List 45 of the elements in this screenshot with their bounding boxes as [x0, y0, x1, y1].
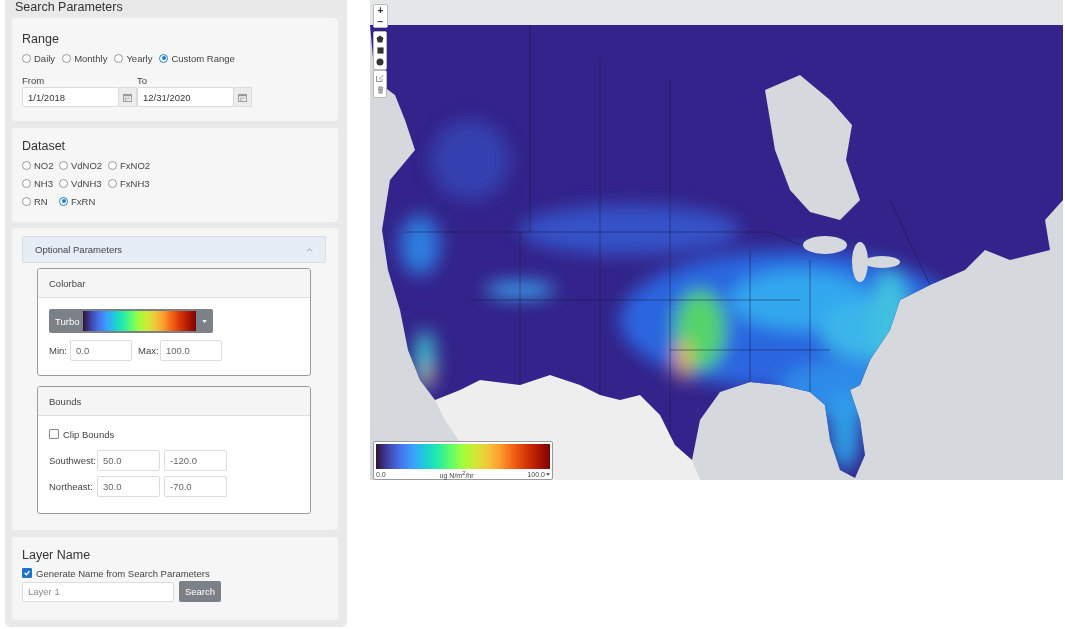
calendar-icon [123, 92, 132, 102]
chevron-icon [306, 247, 313, 252]
coordinate-field[interactable]: -120.0 [164, 450, 227, 471]
radio-option[interactable]: Daily [22, 52, 56, 64]
radio-option[interactable]: FxNO2 [108, 159, 326, 171]
radio-option[interactable]: Custom Range [159, 52, 235, 64]
checkbox-option[interactable]: Generate Name from Search Parameters [22, 567, 326, 579]
panel-title: Search Parameters [14, 0, 124, 16]
radio-option[interactable]: VdNO2 [59, 159, 108, 171]
colormap-dropdown[interactable]: Turbo [49, 309, 213, 333]
date-field[interactable]: 12/31/2020 [137, 87, 234, 107]
section-title: Dataset [22, 139, 67, 154]
checkbox-option[interactable]: Clip Bounds [49, 428, 299, 440]
field-label: Max: [138, 345, 160, 356]
radio-option[interactable]: RN [22, 195, 59, 207]
date-field[interactable]: 1/1/2018 [22, 87, 119, 107]
coordinate-field[interactable]: 30.0 [97, 476, 160, 497]
field-label: Southwest: [49, 455, 93, 466]
section-title: Range [22, 32, 60, 47]
coordinate-field[interactable]: 50.0 [97, 450, 160, 471]
calendar-button[interactable] [234, 87, 252, 107]
radio-option[interactable]: NO2 [22, 159, 59, 171]
card-header: Bounds [38, 387, 310, 416]
gradient-swatch-icon [83, 311, 196, 331]
calendar-icon [238, 92, 247, 102]
caret-icon [202, 319, 207, 323]
min-field[interactable]: 0.0 [70, 340, 132, 361]
field-label: Northeast: [49, 481, 93, 492]
accordion-header[interactable]: Optional Parameters [22, 236, 326, 263]
radio-option[interactable]: VdNH3 [59, 177, 108, 189]
max-field[interactable]: 100.0 [160, 340, 222, 361]
field-label: To [137, 75, 149, 87]
section-title: Layer Name [22, 548, 92, 563]
coordinate-field[interactable]: -70.0 [164, 476, 227, 497]
radio-option[interactable]: FxRN [59, 195, 108, 207]
field-label: From [22, 75, 46, 87]
radio-option[interactable]: FxNH3 [108, 177, 326, 189]
layer-name-field[interactable]: Layer 1 [22, 581, 174, 602]
radio-option[interactable]: NH3 [22, 177, 59, 189]
card-header: Colorbar [38, 269, 310, 298]
radio-option[interactable]: Monthly [62, 52, 108, 64]
radio-option[interactable]: Yearly [114, 52, 153, 64]
search-button[interactable]: Search [179, 581, 221, 602]
field-label: Min: [49, 345, 68, 356]
calendar-button[interactable] [119, 87, 137, 107]
